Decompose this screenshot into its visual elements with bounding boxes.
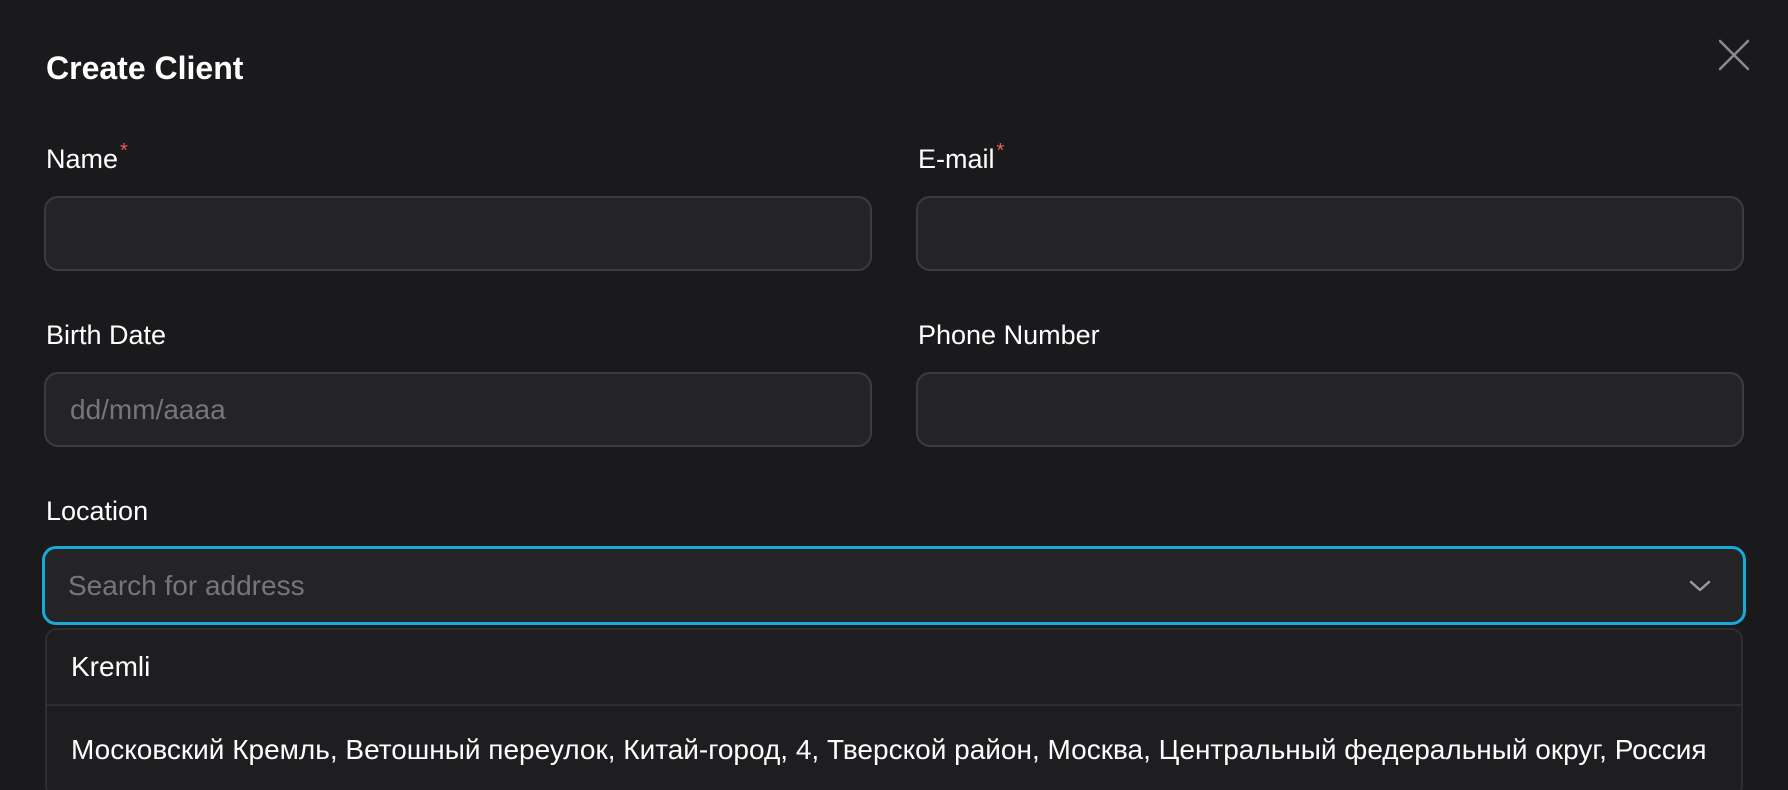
location-options-dropdown: Kremli Московский Кремль, Ветошный переу… [45, 628, 1743, 790]
chevron-down-icon[interactable] [1687, 577, 1713, 595]
email-input[interactable] [916, 196, 1744, 271]
location-placeholder: Search for address [68, 569, 305, 601]
name-required-mark: * [120, 140, 128, 162]
close-icon [1718, 39, 1750, 71]
location-label: Location [46, 496, 149, 526]
name-label: Name * [46, 140, 128, 175]
close-button[interactable] [1716, 37, 1752, 73]
name-label-text: Name [46, 144, 119, 174]
create-client-dialog: Create Client Name * E-mail * Birth Date d… [0, 0, 1788, 790]
location-option-moscow-kremlin[interactable]: Московский Кремль, Ветошный переулок, Ки… [47, 704, 1741, 790]
name-input[interactable] [44, 196, 872, 271]
phone-number-label: Phone Number [918, 320, 1100, 350]
dialog-title: Create Client [46, 50, 244, 86]
email-label: E-mail * [918, 140, 1004, 175]
location-search-input[interactable]: Search for address [42, 546, 1746, 625]
email-required-mark: * [996, 140, 1005, 162]
location-option-kremli[interactable]: Kremli [47, 630, 1741, 704]
phone-number-input[interactable] [916, 372, 1744, 447]
location-option-label: Kremli [71, 651, 151, 682]
birth-date-placeholder: dd/mm/aaaa [70, 393, 226, 425]
location-option-label: Московский Кремль, Ветошный переулок, Ки… [71, 734, 1707, 765]
birth-date-label: Birth Date [46, 320, 167, 350]
birth-date-input[interactable]: dd/mm/aaaa [44, 372, 872, 447]
email-label-text: E-mail [918, 144, 995, 174]
